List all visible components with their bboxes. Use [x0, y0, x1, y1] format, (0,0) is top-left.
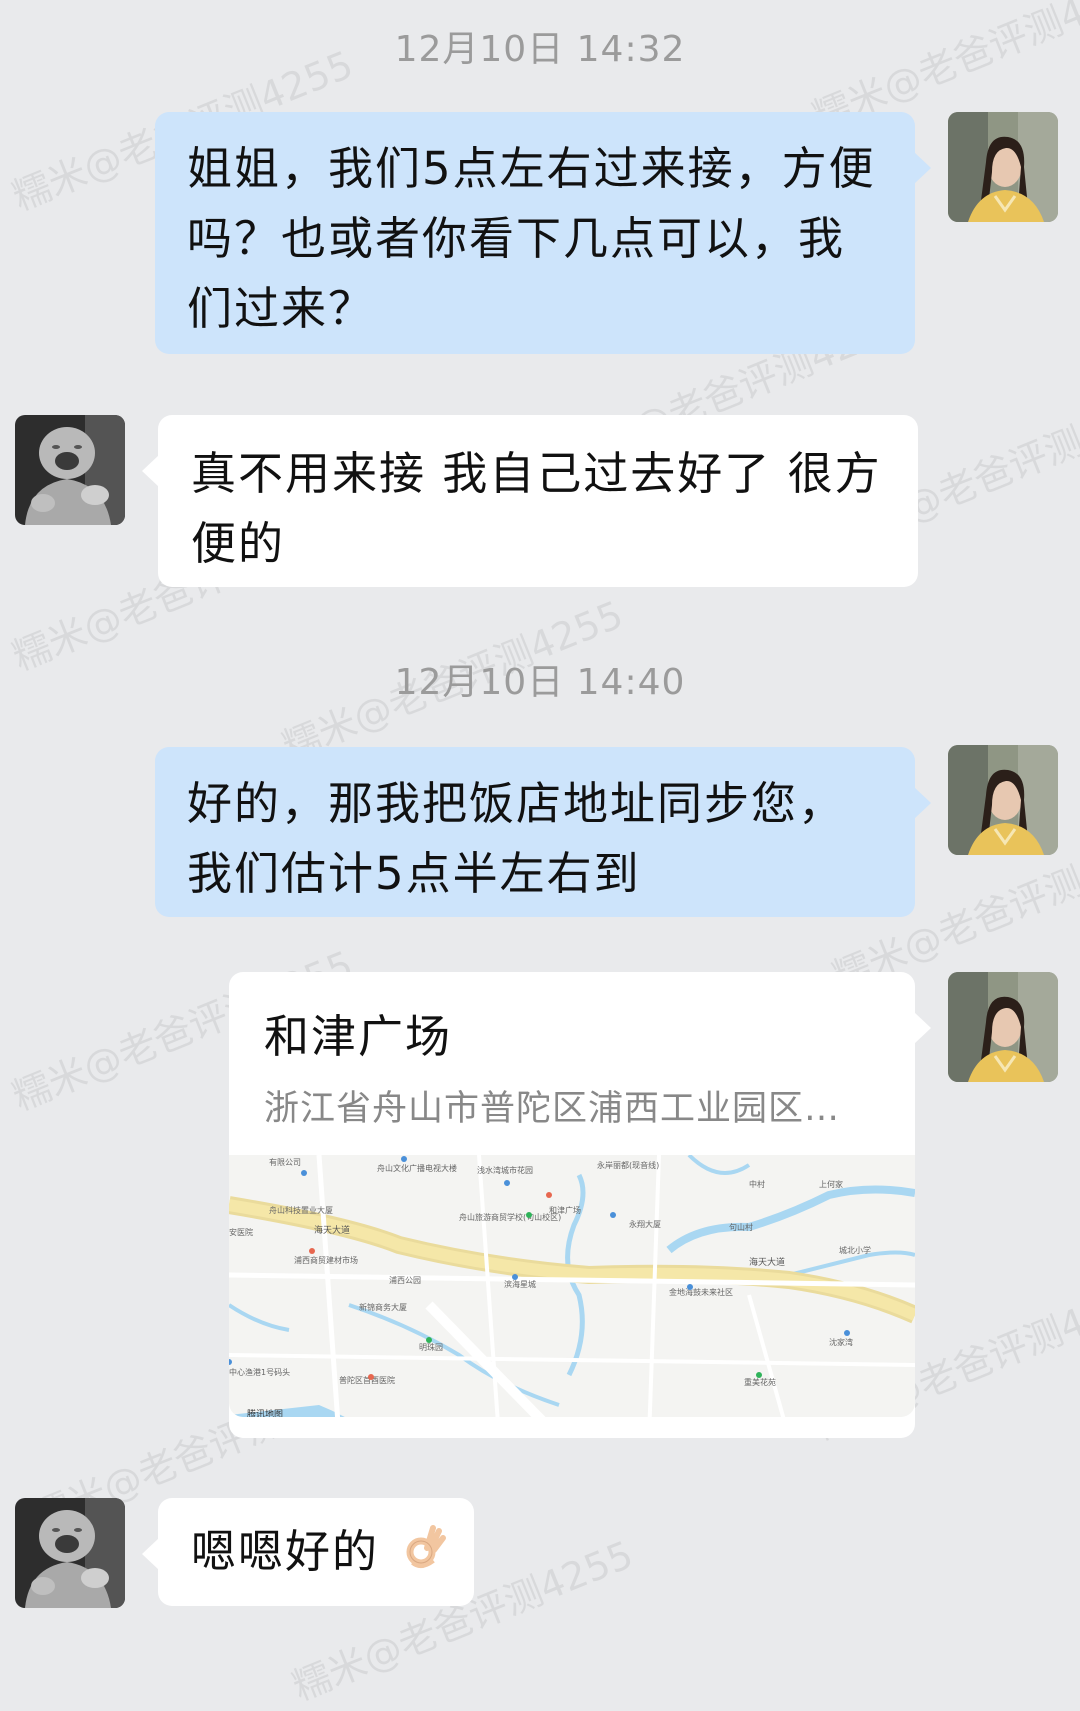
timestamp: 12月10日 14:40 [394, 662, 686, 703]
map-label: 明珠园 [419, 1342, 443, 1352]
map-attribution: 腾讯地图 [247, 1408, 283, 1417]
bubble-tail [142, 455, 159, 487]
map-label: 浦西商贸建材市场 [294, 1255, 358, 1265]
message-text: 好的，那我把饭店地址同步您，我们估计5点半左右到 [187, 777, 846, 900]
map-label: 海天大道 [314, 1224, 350, 1236]
message-text: 嗯嗯好的 [191, 1525, 380, 1578]
map-label: 普陀区首酉医院 [339, 1375, 395, 1385]
my-avatar[interactable] [948, 745, 1058, 855]
bubble-tail [914, 1012, 931, 1044]
map-label: 新锦商务大厦 [359, 1302, 407, 1312]
contact-avatar[interactable] [15, 415, 125, 525]
map-label: 有限公司 [269, 1157, 301, 1167]
location-title: 和津广场 [264, 1010, 453, 1063]
map-label: 海天大道 [749, 1256, 785, 1268]
avatar-baby-image [15, 415, 125, 525]
avatar-baby-image [15, 1498, 125, 1608]
map-label: 滨海星城 [504, 1279, 536, 1289]
map-label: 浦西公园 [389, 1275, 421, 1285]
map-label: 舟山科技置业大厦 [269, 1205, 333, 1215]
message-bubble-sent[interactable]: 姐姐，我们5点左右过来接，方便吗？也或者你看下几点可以，我们过来？ [155, 112, 931, 354]
map-label: 重美花苑 [744, 1377, 776, 1387]
message-text: 姐姐，我们5点左右过来接，方便吗？也或者你看下几点可以，我们过来？ [187, 142, 876, 335]
message-bubble-sent[interactable]: 好的，那我把饭店地址同步您，我们估计5点半左右到 [155, 747, 931, 917]
map-label: 中村 [749, 1179, 765, 1189]
avatar-woman-image [948, 745, 1058, 855]
location-map[interactable]: 有限公司 舟山文化广播电视大楼 浅水湾城市花园 永岸丽都(现音线) 舟山科技置业… [229, 1155, 915, 1417]
map-label: 浅水湾城市花园 [477, 1165, 533, 1175]
my-avatar[interactable] [948, 112, 1058, 222]
map-label: 中心渔港1号码头 [229, 1367, 290, 1377]
timestamp: 12月10日 14:32 [394, 29, 686, 70]
my-avatar[interactable] [948, 972, 1058, 1082]
ok-hand-emoji-icon [399, 1520, 447, 1590]
bubble-tail [914, 152, 931, 184]
message-text: 真不用来接 我自己过去好了 很方便的 [191, 447, 882, 570]
map-label: 和津广场 [549, 1205, 581, 1215]
map-label: 永岸丽都(现音线) [597, 1160, 659, 1170]
map-label: 舟山旅游商贸学校(句山校区) [459, 1212, 561, 1222]
map-label: 句山村 [729, 1222, 753, 1232]
avatar-woman-image [948, 972, 1058, 1082]
bubble-tail [142, 1538, 159, 1570]
map-label: 城北小学 [839, 1245, 871, 1255]
contact-avatar[interactable] [15, 1498, 125, 1608]
map-label: 上何家 [819, 1179, 843, 1189]
map-label: 舟山文化广播电视大楼 [377, 1163, 457, 1173]
map-label: 安医院 [229, 1227, 253, 1237]
bubble-tail [914, 787, 931, 819]
message-bubble-received[interactable]: 真不用来接 我自己过去好了 很方便的 [142, 415, 918, 587]
avatar-woman-image [948, 112, 1058, 222]
map-image: 有限公司 舟山文化广播电视大楼 浅水湾城市花园 永岸丽都(现音线) 舟山科技置业… [229, 1155, 915, 1417]
map-label: 金地海鼓未来社区 [669, 1287, 733, 1297]
map-label: 沈家湾 [829, 1337, 853, 1347]
message-bubble-received[interactable]: 嗯嗯好的 [142, 1498, 474, 1606]
location-card[interactable]: 和津广场 浙江省舟山市普陀区浦西工业园区… 有限公司 舟山文化广播电视大楼 浅水… [229, 972, 931, 1438]
location-address: 浙江省舟山市普陀区浦西工业园区… [264, 1089, 841, 1129]
map-label: 永翔大厦 [629, 1219, 661, 1229]
